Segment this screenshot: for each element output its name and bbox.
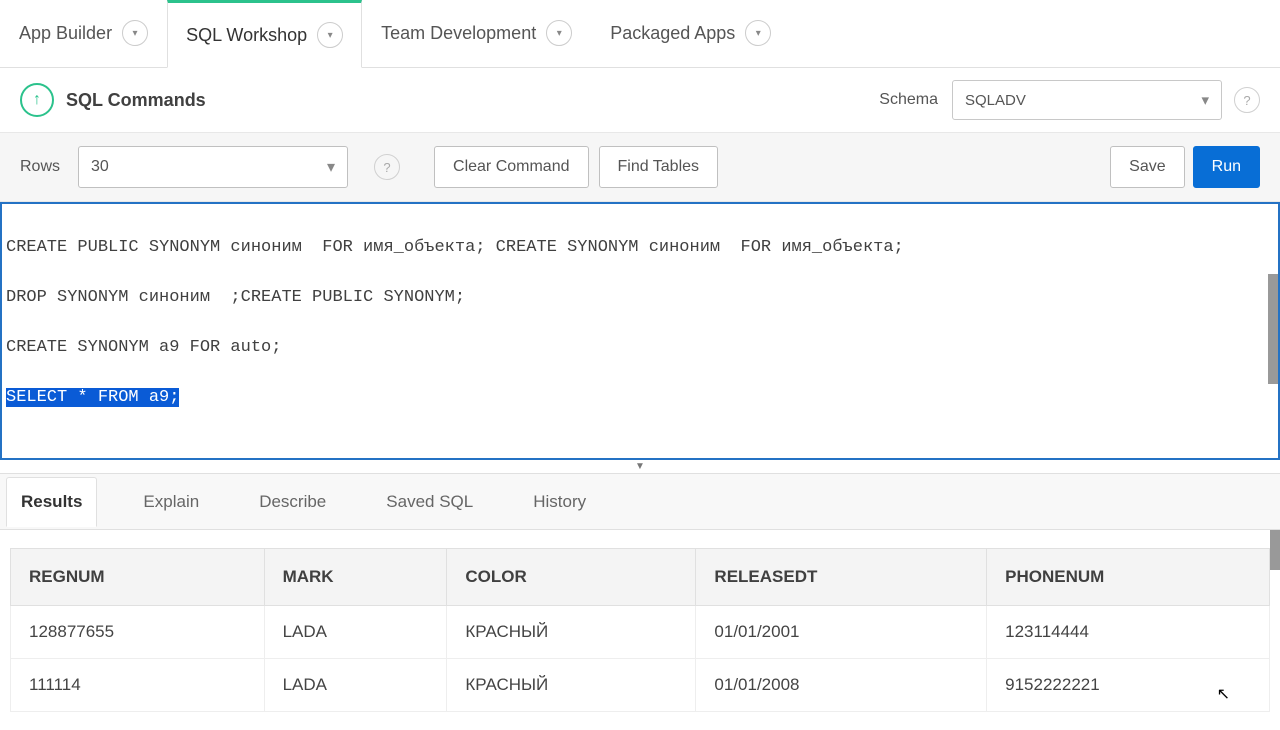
chevron-down-icon: ▾	[327, 157, 335, 177]
table-row: 111114 LADA КРАСНЫЙ 01/01/2008 915222222…	[11, 659, 1270, 712]
chevron-down-icon[interactable]: ▾	[745, 20, 771, 46]
sql-editor[interactable]: CREATE PUBLIC SYNONYM синоним FOR имя_об…	[0, 202, 1280, 460]
result-area: REGNUM MARK COLOR RELEASEDT PHONENUM 128…	[0, 530, 1280, 730]
col-color[interactable]: COLOR	[447, 549, 696, 606]
tab-explain[interactable]: Explain	[129, 478, 213, 526]
up-icon[interactable]: ↑	[20, 83, 54, 117]
schema-label: Schema	[879, 91, 938, 109]
col-phonenum[interactable]: PHONENUM	[987, 549, 1270, 606]
selected-text: SELECT * FROM a9;	[6, 388, 179, 407]
tab-results[interactable]: Results	[6, 477, 97, 527]
chevron-down-icon[interactable]: ▾	[122, 20, 148, 46]
tab-label: SQL Workshop	[186, 25, 307, 46]
run-button[interactable]: Run	[1193, 146, 1260, 188]
tab-label: App Builder	[19, 23, 112, 44]
chevron-down-icon[interactable]: ▾	[317, 22, 343, 48]
help-icon[interactable]: ?	[374, 154, 400, 180]
result-tabs: Results Explain Describe Saved SQL Histo…	[0, 474, 1280, 530]
result-table: REGNUM MARK COLOR RELEASEDT PHONENUM 128…	[10, 548, 1270, 712]
cursor-icon: ↖	[1217, 684, 1230, 704]
top-tabs: App Builder ▾ SQL Workshop ▾ Team Develo…	[0, 0, 1280, 68]
tab-label: Packaged Apps	[610, 23, 735, 44]
toolbar: Rows 30 ▾ ? Clear Command Find Tables Sa…	[0, 132, 1280, 202]
find-tables-button[interactable]: Find Tables	[599, 146, 719, 188]
tab-describe[interactable]: Describe	[245, 478, 340, 526]
scrollbar-thumb[interactable]	[1270, 530, 1280, 570]
chevron-down-icon[interactable]: ▾	[546, 20, 572, 46]
save-button[interactable]: Save	[1110, 146, 1184, 188]
rows-label: Rows	[20, 158, 60, 176]
rows-select[interactable]: 30 ▾	[78, 146, 348, 188]
rows-value: 30	[91, 158, 109, 176]
tab-team-development[interactable]: Team Development ▾	[362, 0, 591, 67]
help-icon[interactable]: ?	[1234, 87, 1260, 113]
page-title: SQL Commands	[66, 90, 206, 111]
tab-app-builder[interactable]: App Builder ▾	[0, 0, 167, 67]
clear-command-button[interactable]: Clear Command	[434, 146, 588, 188]
col-releasedt[interactable]: RELEASEDT	[696, 549, 987, 606]
col-regnum[interactable]: REGNUM	[11, 549, 265, 606]
tab-history[interactable]: History	[519, 478, 600, 526]
col-mark[interactable]: MARK	[264, 549, 447, 606]
breadcrumb-bar: ↑ SQL Commands Schema SQLADV ▾ ?	[0, 68, 1280, 132]
table-header-row: REGNUM MARK COLOR RELEASEDT PHONENUM	[11, 549, 1270, 606]
schema-value: SQLADV	[965, 92, 1026, 109]
tab-sql-workshop[interactable]: SQL Workshop ▾	[167, 0, 362, 68]
tab-label: Team Development	[381, 23, 536, 44]
schema-select[interactable]: SQLADV ▾	[952, 80, 1222, 120]
splitter-handle-icon: ▼	[635, 461, 645, 472]
table-row: 128877655 LADA КРАСНЫЙ 01/01/2001 123114…	[11, 606, 1270, 659]
scrollbar-thumb[interactable]	[1268, 274, 1278, 384]
tab-packaged-apps[interactable]: Packaged Apps ▾	[591, 0, 790, 67]
chevron-down-icon: ▾	[1201, 91, 1209, 109]
splitter[interactable]: ▼	[0, 460, 1280, 474]
tab-saved-sql[interactable]: Saved SQL	[372, 478, 487, 526]
